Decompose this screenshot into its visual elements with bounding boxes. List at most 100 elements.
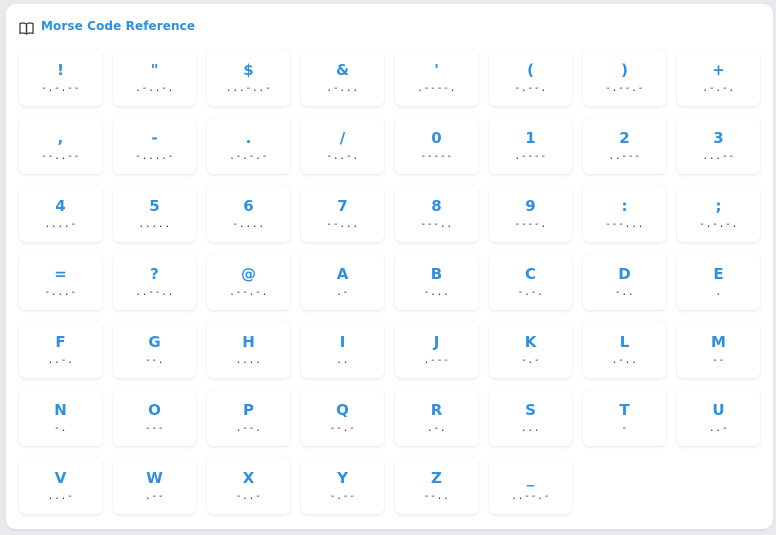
morse-character: ' [434, 61, 439, 79]
morse-card[interactable]: _ ..--.- [489, 458, 572, 514]
morse-card[interactable]: , --..-- [19, 118, 102, 174]
morse-card[interactable]: N -. [19, 390, 102, 446]
morse-card[interactable]: $ ...-..- [207, 50, 290, 106]
morse-card[interactable]: 5..... [113, 186, 196, 242]
morse-card[interactable]: X -..- [207, 458, 290, 514]
morse-character: 4 [55, 197, 66, 215]
morse-code: .- [335, 287, 350, 298]
morse-code: .--.-. [228, 287, 269, 298]
morse-card[interactable]: 6 -.... [207, 186, 290, 242]
morse-card[interactable]: Z --.. [395, 458, 478, 514]
morse-card[interactable]: O --- [113, 390, 196, 446]
morse-code: .. [335, 355, 350, 366]
morse-code: -- [711, 355, 726, 366]
morse-card[interactable]: ) -.--.- [583, 50, 666, 106]
morse-code: -... [423, 287, 450, 298]
morse-card[interactable]: E. [677, 254, 760, 310]
morse-card[interactable]: ! -.-.-- [19, 50, 102, 106]
morse-character: K [524, 333, 537, 351]
morse-card[interactable]: ? ..--.. [113, 254, 196, 310]
morse-code: -.--.- [604, 83, 645, 94]
morse-card[interactable]: 7 --... [301, 186, 384, 242]
morse-character: ? [150, 265, 159, 283]
morse-character: Z [431, 469, 442, 487]
morse-character: X [242, 469, 255, 487]
morse-card[interactable]: R .-. [395, 390, 478, 446]
morse-character: ; [715, 197, 722, 215]
morse-card[interactable]: K -.- [489, 322, 572, 378]
morse-character: H [242, 333, 255, 351]
morse-character: & [335, 61, 350, 79]
morse-code: ---.. [420, 219, 453, 230]
morse-code: .---- [514, 151, 547, 162]
morse-code: ... [520, 423, 541, 434]
morse-character: ( [527, 61, 534, 79]
morse-card[interactable]: G --. [113, 322, 196, 378]
morse-card[interactable]: + .-.-. [677, 50, 760, 106]
morse-card[interactable]: H.... [207, 322, 290, 378]
morse-card[interactable]: 3 ...-- [677, 118, 760, 174]
morse-character: U [712, 401, 725, 419]
morse-card[interactable]: 1 .---- [489, 118, 572, 174]
morse-card[interactable]: 8 ---.. [395, 186, 478, 242]
morse-character: O [148, 401, 161, 419]
morse-card[interactable]: F ..-. [19, 322, 102, 378]
morse-card[interactable]: & .-... [301, 50, 384, 106]
morse-character: E [713, 265, 724, 283]
morse-card[interactable]: I.. [301, 322, 384, 378]
morse-card[interactable]: B -... [395, 254, 478, 310]
morse-code: -.-- [329, 491, 356, 502]
morse-card[interactable]: : ---... [583, 186, 666, 242]
morse-card[interactable]: L .-.. [583, 322, 666, 378]
morse-code: -.... [232, 219, 265, 230]
morse-character: A [336, 265, 349, 283]
morse-character: Q [336, 401, 349, 419]
morse-card[interactable]: U ..- [677, 390, 760, 446]
morse-card[interactable]: 9 ----. [489, 186, 572, 242]
morse-card[interactable]: S... [489, 390, 572, 446]
morse-card[interactable]: M -- [677, 322, 760, 378]
morse-card[interactable]: T- [583, 390, 666, 446]
morse-card[interactable]: D -.. [583, 254, 666, 310]
morse-card[interactable]: C -.-. [489, 254, 572, 310]
morse-card[interactable]: W .-- [113, 458, 196, 514]
morse-card[interactable]: ' .----. [395, 50, 478, 106]
morse-character: ) [621, 61, 628, 79]
morse-character: $ [243, 61, 254, 79]
morse-card[interactable]: @ .--.-. [207, 254, 290, 310]
morse-card[interactable]: 0 ----- [395, 118, 478, 174]
morse-card[interactable]: J .--- [395, 322, 478, 378]
morse-card[interactable]: . .-.-.- [207, 118, 290, 174]
morse-card[interactable]: - -....- [113, 118, 196, 174]
morse-card[interactable]: 2 ..--- [583, 118, 666, 174]
morse-character: 3 [713, 129, 724, 147]
morse-code: ...-- [702, 151, 735, 162]
morse-card[interactable]: " .-..-. [113, 50, 196, 106]
morse-card[interactable]: 4 ....- [19, 186, 102, 242]
morse-reference-panel: Morse Code Reference ! -.-.-- " .-..-. $ ...-… [6, 4, 773, 529]
morse-card[interactable]: Y -.-- [301, 458, 384, 514]
morse-character: + [712, 61, 725, 79]
morse-code: ..--.. [134, 287, 175, 298]
morse-character: . [245, 129, 252, 147]
morse-code: -..-. [326, 151, 359, 162]
morse-code: .-- [144, 491, 165, 502]
morse-card[interactable]: P .--. [207, 390, 290, 446]
morse-character: = [54, 265, 67, 283]
morse-card[interactable]: Q --.- [301, 390, 384, 446]
morse-code: --... [326, 219, 359, 230]
morse-character: 7 [337, 197, 348, 215]
morse-card[interactable]: V ...- [19, 458, 102, 514]
morse-code: .-.-. [702, 83, 735, 94]
morse-code: -.-.-. [698, 219, 739, 230]
morse-code: -.-.-- [40, 83, 81, 94]
morse-card[interactable]: ; -.-.-. [677, 186, 760, 242]
morse-code: -.. [614, 287, 635, 298]
morse-card[interactable]: A .- [301, 254, 384, 310]
morse-character: 5 [149, 197, 160, 215]
morse-code: --..-- [40, 151, 81, 162]
morse-card[interactable]: / -..-. [301, 118, 384, 174]
morse-code: .-.-.- [228, 151, 269, 162]
morse-card[interactable]: = -...- [19, 254, 102, 310]
morse-card[interactable]: (-.--. [489, 50, 572, 106]
